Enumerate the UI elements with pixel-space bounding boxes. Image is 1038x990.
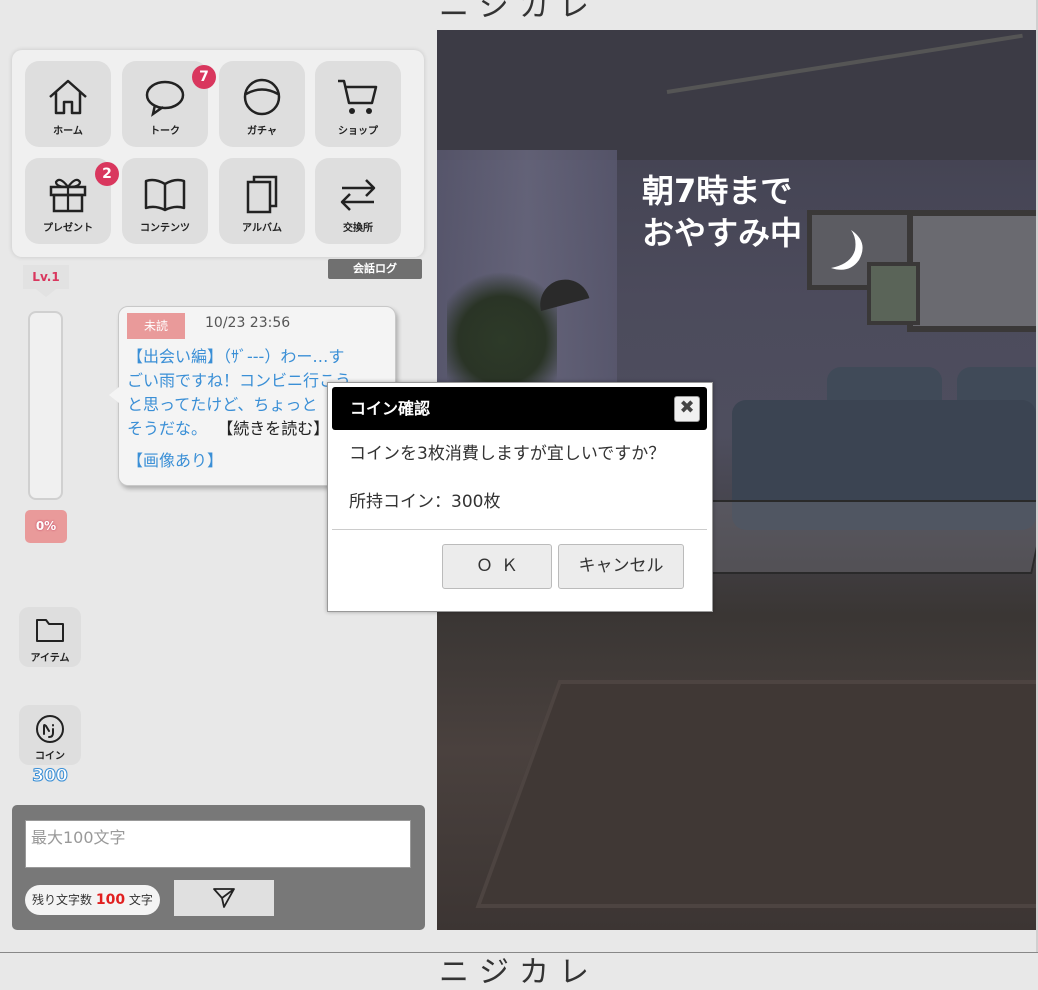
brand-logo-top: ニジカレ xyxy=(439,0,599,24)
cancel-button[interactable]: キャンセル xyxy=(558,544,684,589)
remaining-characters: 残り文字数 100 文字 xyxy=(25,885,160,915)
folder-icon xyxy=(36,619,64,642)
read-more-link[interactable]: 【続きを読む】 xyxy=(217,419,329,438)
affection-percent: 0% xyxy=(25,510,67,543)
dialog-title: コイン確認 xyxy=(332,387,707,430)
level-tag: Lv.1 xyxy=(23,265,69,297)
send-button[interactable] xyxy=(174,880,274,916)
footer-divider xyxy=(0,952,1038,953)
coin-count: 300 xyxy=(32,766,69,787)
menu-exchange-button[interactable]: 交換所 xyxy=(315,158,401,244)
menu-gacha-button[interactable]: ガチャ xyxy=(219,61,305,147)
album-icon xyxy=(246,175,278,214)
wall-frame-small xyxy=(867,262,920,325)
affection-gauge xyxy=(28,311,63,500)
wall-frame-large xyxy=(907,210,1036,332)
message-input[interactable] xyxy=(25,820,411,868)
book-icon xyxy=(144,178,186,212)
coin-confirm-dialog: コイン確認 ✖ コインを3枚消費しますが宜しいですか？ 所持コイン：300枚 Ｏ… xyxy=(327,382,713,612)
message-timestamp: 10/23 23:56 xyxy=(205,315,291,331)
brand-logo-bottom: ニジカレ xyxy=(439,955,599,990)
dialog-message: コインを3枚消費しますが宜しいですか？ xyxy=(349,444,666,464)
crescent-moon-icon xyxy=(831,230,863,270)
conversation-log-button[interactable]: 会話ログ xyxy=(328,259,422,279)
gacha-ball-icon xyxy=(243,78,281,116)
dialog-divider xyxy=(332,529,707,530)
glass-table xyxy=(679,500,1036,574)
ok-button[interactable]: ＯＫ xyxy=(442,544,552,589)
menu-shop-button[interactable]: ショップ xyxy=(315,61,401,147)
chat-bubble-icon xyxy=(145,80,185,117)
sleep-status: 朝7時まで おやすみ中 xyxy=(642,172,803,252)
send-paper-plane-icon xyxy=(213,888,235,908)
coin-button[interactable]: コイン xyxy=(19,705,81,765)
main-menu: ホーム トーク 7 ガチャ ショップ プレゼント 2 コンテンツ アルバム 交換… xyxy=(12,50,424,257)
rug xyxy=(475,680,1036,908)
exchange-arrows-icon xyxy=(340,179,376,211)
menu-contents-button[interactable]: コンテンツ xyxy=(122,158,208,244)
dialog-coin-balance: 所持コイン：300枚 xyxy=(349,492,501,512)
image-attached-note: 【画像あり】 xyxy=(127,451,224,470)
gift-icon xyxy=(49,178,87,213)
menu-album-button[interactable]: アルバム xyxy=(219,158,305,244)
coin-icon xyxy=(36,715,64,743)
home-icon xyxy=(49,79,87,115)
message-input-panel: 残り文字数 100 文字 xyxy=(12,805,425,930)
present-badge: 2 xyxy=(95,162,119,186)
item-button[interactable]: アイテム xyxy=(19,607,81,667)
talk-badge: 7 xyxy=(192,65,216,89)
dialog-close-button[interactable]: ✖ xyxy=(674,396,700,422)
cart-icon xyxy=(338,79,378,114)
unread-badge: 未読 xyxy=(127,313,185,339)
menu-home-button[interactable]: ホーム xyxy=(25,61,111,147)
